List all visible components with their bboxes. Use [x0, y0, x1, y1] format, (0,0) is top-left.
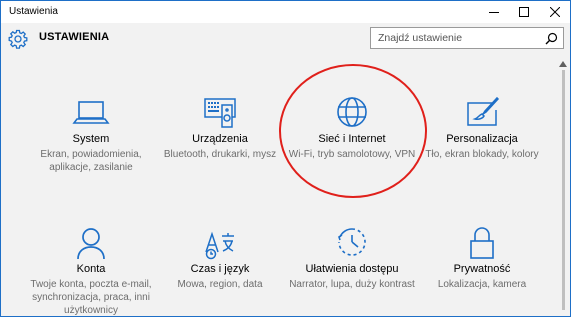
- search-input[interactable]: [371, 28, 539, 48]
- close-icon: [550, 7, 560, 17]
- tile-privacy[interactable]: Prywatność Lokalizacja, kamera: [417, 226, 547, 291]
- tile-time-language[interactable]: Czas i język Mowa, region, data: [155, 226, 285, 291]
- tile-description: Narrator, lupa, duży kontrast: [289, 279, 415, 290]
- tile-ease-of-access[interactable]: Ułatwienia dostępu Narrator, lupa, duży …: [287, 226, 417, 291]
- ease-of-access-icon: [338, 228, 366, 256]
- gear-icon: [8, 29, 28, 49]
- devices-icon: [204, 98, 236, 128]
- minimize-button[interactable]: [479, 1, 509, 23]
- tile-name: System: [72, 133, 110, 145]
- tile-description: Wi-Fi, tryb samolotowy, VPN: [288, 149, 416, 160]
- window-title: Ustawienia: [9, 6, 58, 17]
- tile-description: Ekran, powiadomienia, aplikacje, zasilan…: [40, 149, 142, 173]
- person-icon: [77, 228, 105, 260]
- tile-personalization[interactable]: Personalizacja Tło, ekran blokady, kolor…: [417, 96, 547, 161]
- tile-system[interactable]: System Ekran, powiadomienia, aplikacje, …: [26, 96, 156, 174]
- tile-description: Bluetooth, drukarki, mysz: [163, 149, 277, 160]
- tile-name: Konta: [76, 263, 106, 275]
- maximize-icon: [519, 7, 529, 17]
- title-bar[interactable]: Ustawienia: [1, 1, 570, 23]
- tile-name: Personalizacja: [446, 133, 518, 145]
- globe-icon: [337, 97, 367, 127]
- lock-icon: [470, 227, 494, 259]
- page-title: USTAWIENIA: [39, 31, 110, 43]
- tile-name: Urządzenia: [192, 133, 248, 145]
- tile-network[interactable]: Sieć i Internet Wi-Fi, tryb samolotowy, …: [287, 96, 417, 161]
- minimize-icon: [489, 12, 499, 13]
- tile-name: Prywatność: [453, 263, 511, 275]
- maximize-button[interactable]: [509, 1, 539, 23]
- laptop-icon: [72, 101, 110, 124]
- time-language-icon: [205, 231, 234, 260]
- paintbrush-icon: [467, 96, 500, 126]
- scrollbar-thumb[interactable]: [562, 70, 565, 310]
- tile-description: Mowa, region, data: [177, 279, 263, 290]
- tile-description: Tło, ekran blokady, kolory: [425, 149, 539, 160]
- settings-header: USTAWIENIA: [1, 23, 570, 57]
- close-button[interactable]: [540, 1, 570, 23]
- tile-name: Sieć i Internet: [318, 133, 386, 145]
- tile-name: Ułatwienia dostępu: [305, 263, 399, 275]
- tile-accounts[interactable]: Konta Twoje konta, poczta e-mail, synchr…: [26, 226, 156, 317]
- tile-name: Czas i język: [190, 263, 250, 275]
- scroll-up-arrow-icon[interactable]: [559, 61, 567, 67]
- tile-description: Twoje konta, poczta e-mail, synchronizac…: [30, 279, 152, 316]
- tile-description: Lokalizacja, kamera: [437, 279, 527, 290]
- search-box[interactable]: [370, 27, 564, 49]
- tile-devices[interactable]: Urządzenia Bluetooth, drukarki, mysz: [155, 96, 285, 161]
- settings-window: Ustawienia USTAWIENIA Znajdź ustawienie …: [0, 0, 571, 317]
- search-icon[interactable]: [545, 32, 558, 45]
